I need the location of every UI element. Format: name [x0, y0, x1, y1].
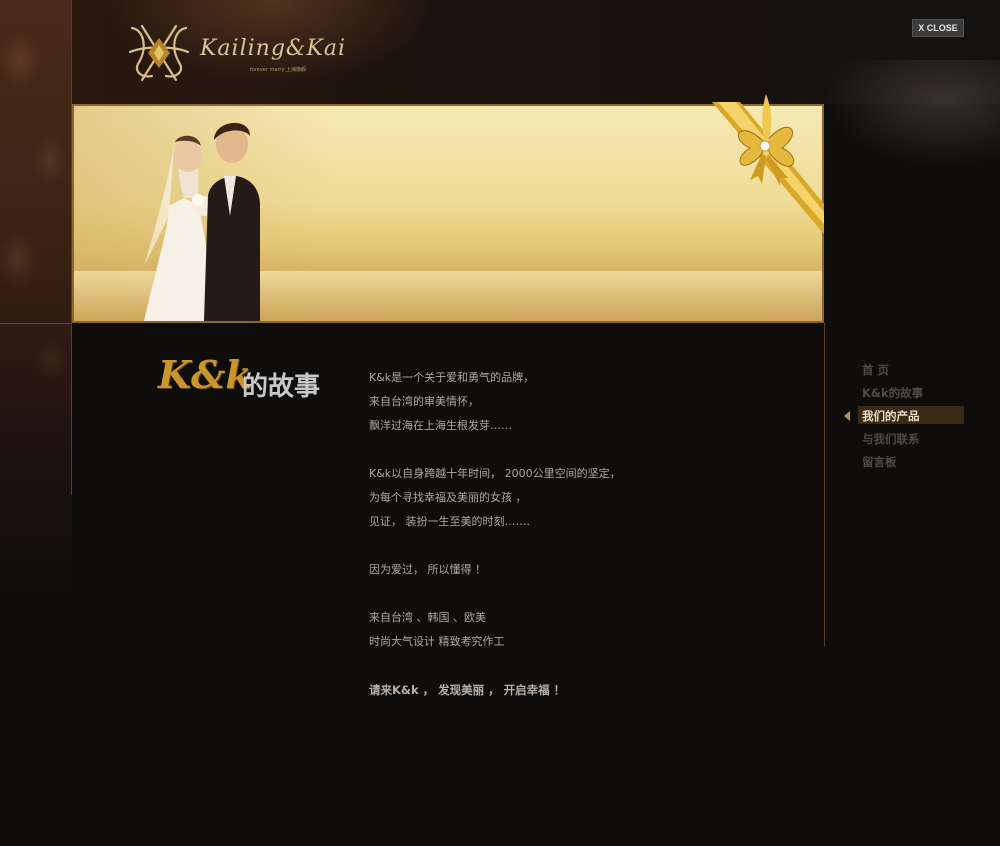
nav-item-label: 留言板	[862, 455, 897, 469]
nav-item-guestbook[interactable]: 留言板	[844, 452, 964, 475]
nav-item-contact[interactable]: 与我们联系	[844, 429, 964, 452]
logo-emblem-icon	[128, 24, 190, 82]
story-line: K&k是一个关于爱和勇气的品牌，	[369, 371, 535, 384]
story-line: 飘洋过海在上海生根发芽……	[369, 419, 512, 432]
nav-item-label: 与我们联系	[862, 432, 920, 446]
story-line: 时尚大气设计 精致考究作工	[369, 635, 505, 648]
story-body: K&k是一个关于爱和勇气的品牌， 来自台湾的审美情怀， 飘洋过海在上海生根发芽……	[369, 366, 799, 702]
logo-wordmark: Kailing&Kai	[200, 36, 347, 61]
story-title-brand: K&k	[158, 352, 252, 397]
gold-ribbon-bow-icon	[712, 94, 824, 234]
nav-item-label: K&k的故事	[862, 386, 924, 400]
story-line: 见证， 装扮一生至美的时刻…….	[369, 515, 530, 528]
nav-item-products[interactable]: 我们的产品	[844, 406, 964, 429]
story-line: 为每个寻找幸福及美丽的女孩 ，	[369, 491, 527, 504]
left-ornament-strip	[0, 0, 72, 600]
story-line: 来自台湾 、韩国 、欧美	[369, 611, 486, 624]
story-slogan: 请来K&k ， 发现美丽 ， 开启幸福 ！	[369, 683, 566, 697]
left-horizontal-divider	[0, 323, 72, 324]
nav-item-home[interactable]: 首 页	[844, 360, 964, 383]
nav-item-label: 首 页	[862, 363, 890, 377]
story-line: 来自台湾的审美情怀，	[369, 395, 479, 408]
nav-item-story[interactable]: K&k的故事	[844, 383, 964, 406]
main-nav: 首 页 K&k的故事 我们的产品 与我们联系 留言板	[844, 360, 964, 475]
story-heading: K&k 的故事	[158, 352, 338, 408]
right-glow	[824, 60, 1000, 320]
active-arrow-icon	[844, 411, 850, 421]
story-line: K&k以自身跨越十年时间， 2000公里空间的坚定，	[369, 467, 621, 480]
story-line: 因为爱过， 所以懂得 ！	[369, 563, 486, 576]
right-divider	[824, 323, 825, 646]
nav-item-label: 我们的产品	[862, 409, 920, 423]
logo-subtitle: forever marry 上海旗舰	[250, 67, 307, 73]
close-button[interactable]: X CLOSE	[912, 19, 964, 37]
story-title-text: 的故事	[242, 372, 321, 402]
